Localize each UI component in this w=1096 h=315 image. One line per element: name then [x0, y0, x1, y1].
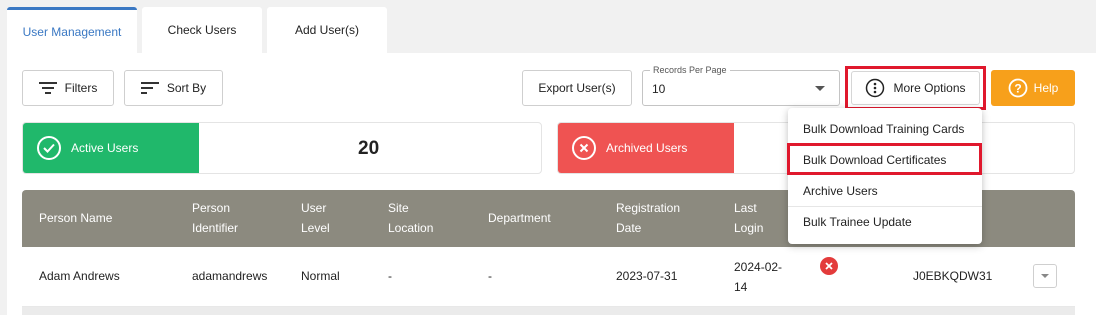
cell-code: J0EBKQDW31 — [913, 269, 993, 283]
tab-check-users[interactable]: Check Users — [142, 7, 262, 53]
chevron-down-icon — [815, 86, 825, 91]
sort-by-label: Sort By — [166, 81, 207, 95]
help-button[interactable]: ? Help — [991, 70, 1075, 106]
records-per-page-value: 10 — [652, 82, 666, 96]
cell-site-location: - — [388, 269, 392, 283]
svg-text:?: ? — [1014, 82, 1021, 96]
menu-item-archive-users[interactable]: Archive Users — [788, 175, 982, 206]
bulk-download-certificates-highlight — [787, 143, 982, 175]
filter-icon — [38, 82, 57, 94]
tab-add-users[interactable]: Add User(s) — [267, 7, 387, 53]
records-per-page-select[interactable]: Records Per Page 10 — [642, 65, 840, 106]
header-user-level[interactable]: User Level — [301, 198, 330, 238]
table-row-next — [22, 307, 1075, 315]
check-circle-icon — [37, 136, 61, 160]
archived-users-label-block: Archived Users — [558, 123, 734, 173]
header-person-name[interactable]: Person Name — [39, 208, 112, 228]
records-per-page-label: Records Per Page — [650, 65, 730, 75]
menu-item-bulk-download-training-cards[interactable]: Bulk Download Training Cards — [788, 113, 982, 144]
header-registration-date[interactable]: Registration Date — [616, 198, 680, 238]
sort-icon — [140, 82, 159, 94]
export-users-button[interactable]: Export User(s) — [522, 70, 632, 106]
active-users-card[interactable]: Active Users 20 — [22, 122, 542, 174]
header-site-location[interactable]: Site Location — [388, 198, 433, 238]
cell-user-level: Normal — [301, 269, 340, 283]
active-users-label: Active Users — [71, 141, 139, 155]
cell-person-identifier: adamandrews — [192, 269, 268, 283]
header-person-identifier[interactable]: Person Identifier — [192, 198, 238, 238]
chevron-down-icon — [1041, 274, 1049, 278]
active-users-label-block: Active Users — [23, 123, 199, 173]
more-options-label: More Options — [893, 81, 966, 95]
row-actions-button[interactable] — [1033, 264, 1057, 288]
cell-registration-date: 2023-07-31 — [616, 269, 678, 283]
tab-user-management[interactable]: User Management — [7, 7, 137, 53]
sort-by-button[interactable]: Sort By — [124, 70, 223, 106]
more-options-menu: Bulk Download Training Cards Bulk Downlo… — [788, 108, 982, 244]
archived-users-label: Archived Users — [606, 141, 688, 155]
menu-item-bulk-trainee-update[interactable]: Bulk Trainee Update — [788, 206, 982, 237]
archived-status-icon — [820, 257, 838, 275]
export-users-label: Export User(s) — [538, 81, 616, 95]
cell-person-name: Adam Andrews — [39, 269, 120, 283]
more-vertical-icon — [866, 78, 885, 98]
cell-department: - — [488, 269, 492, 283]
more-options-button[interactable]: More Options — [851, 71, 980, 105]
filters-label: Filters — [64, 81, 98, 95]
filters-button[interactable]: Filters — [22, 70, 114, 106]
active-users-count: 20 — [358, 138, 380, 159]
header-last-login[interactable]: Last Login — [734, 198, 763, 238]
table-row[interactable]: Adam Andrews adamandrews Normal - - 2023… — [22, 247, 1075, 307]
cell-last-login: 2024-02- 14 — [734, 260, 783, 294]
header-department[interactable]: Department — [488, 208, 551, 228]
help-label: Help — [1033, 81, 1059, 95]
help-icon: ? — [1008, 78, 1028, 98]
close-circle-icon — [572, 136, 596, 160]
